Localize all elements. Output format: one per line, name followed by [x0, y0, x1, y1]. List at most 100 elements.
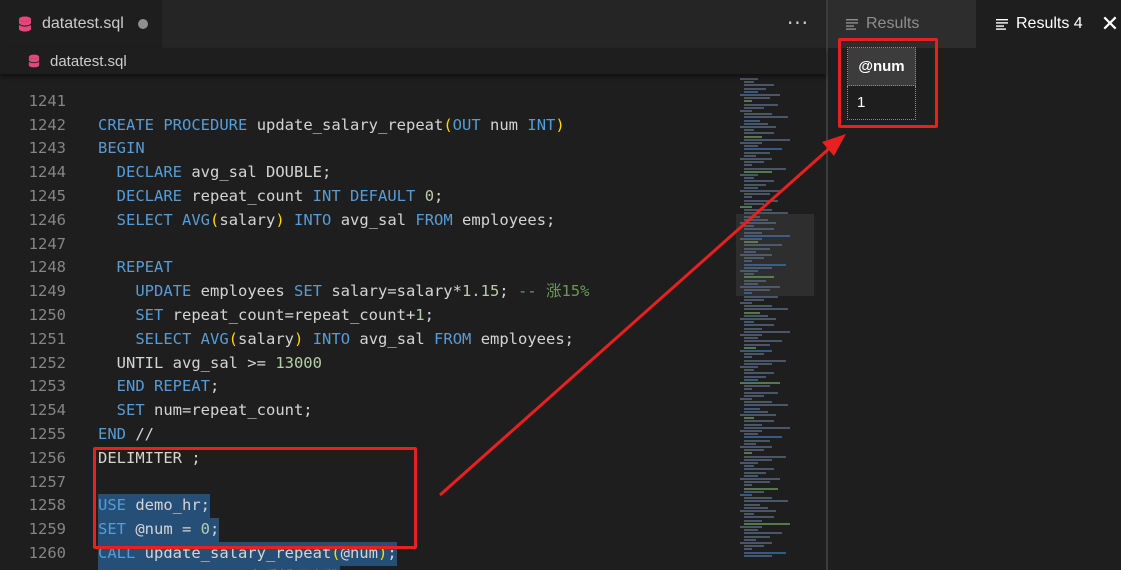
- code-line[interactable]: 1256: [0, 423, 730, 467]
- minimap-line: [744, 554, 772, 557]
- code-line[interactable]: 1245 SELECT AVG(salary) INTO avg_sal FRO…: [0, 161, 730, 229]
- minimap-line: [740, 350, 772, 352]
- code-line[interactable]: 1253 SET num=repeat_count;: [0, 352, 730, 419]
- minimap-line: [744, 394, 764, 397]
- minimap-line: [740, 510, 776, 512]
- minimap-line: [740, 462, 758, 464]
- minimap-line: [740, 270, 758, 272]
- minimap-line: [740, 126, 776, 128]
- minimap-line: [744, 276, 774, 279]
- result-highlight-box: [838, 38, 938, 128]
- code-line[interactable]: 1254 END //: [0, 375, 730, 443]
- code-line[interactable]: 1247 REPEAT: [0, 209, 730, 277]
- minimap-line: [744, 119, 760, 122]
- minimap-line: [740, 78, 758, 80]
- minimap-line: [744, 343, 770, 346]
- minimap[interactable]: [736, 74, 814, 570]
- minimap-line: [740, 398, 752, 400]
- minimap-line: [744, 529, 758, 532]
- minimap-line: [744, 436, 782, 439]
- minimap-line: [740, 478, 780, 480]
- minimap-line: [744, 337, 758, 340]
- minimap-line: [744, 196, 752, 199]
- minimap-line: [744, 516, 774, 519]
- editor-tab-label: datatest.sql: [42, 15, 124, 32]
- minimap-line: [744, 193, 770, 196]
- code-line[interactable]: 1250 SELECT AVG(salary) INTO avg_sal FRO…: [0, 280, 730, 348]
- minimap-line: [744, 314, 768, 317]
- minimap-line: [744, 282, 758, 285]
- minimap-line: [740, 334, 762, 336]
- minimap-line: [744, 145, 758, 148]
- minimap-line: [744, 106, 764, 109]
- minimap-line: [744, 177, 754, 180]
- minimap-line: [744, 401, 772, 404]
- tab-results-label: Results: [866, 15, 920, 32]
- code-line[interactable]: 1242 BEGIN: [0, 90, 730, 158]
- minimap-line: [744, 346, 756, 349]
- minimap-line: [744, 161, 764, 164]
- minimap-line: [744, 353, 764, 356]
- minimap-line: [744, 532, 782, 535]
- minimap-line: [744, 513, 754, 516]
- minimap-line: [744, 497, 772, 500]
- minimap-line: [744, 199, 778, 202]
- minimap-line: [744, 295, 778, 298]
- vertical-scrollbar[interactable]: [814, 74, 826, 570]
- code-line[interactable]: 1243 DECLARE avg_sal DOUBLE;: [0, 114, 730, 181]
- minimap-line: [744, 388, 752, 391]
- code-line[interactable]: 1251 UNTIL avg_sal >= 13000: [0, 304, 730, 372]
- unsaved-dot-icon[interactable]: [137, 19, 148, 29]
- minimap-line: [744, 484, 752, 487]
- more-actions-button[interactable]: ···: [784, 8, 812, 40]
- minimap-line: [744, 356, 752, 359]
- selected-code-text: SELECT @num; -- 查看循环次数: [98, 565, 341, 570]
- code-line[interactable]: 1246: [0, 185, 730, 229]
- minimap-line: [744, 423, 762, 426]
- code-line[interactable]: 1249 SET repeat_count=repeat_count+1;: [0, 256, 730, 324]
- minimap-line: [744, 148, 782, 151]
- tab-results-4[interactable]: Results 4 ✕: [976, 0, 1121, 48]
- code-line[interactable]: 1244 DECLARE repeat_count INT DEFAULT 0;: [0, 137, 730, 205]
- minimap-line: [744, 266, 772, 269]
- breadcrumb-filename[interactable]: datatest.sql: [50, 53, 127, 70]
- code-line[interactable]: 1255 DELIMITER ;: [0, 399, 730, 467]
- minimap-line: [744, 385, 770, 388]
- minimap-line: [740, 94, 780, 96]
- minimap-line: [744, 129, 754, 132]
- minimap-line: [740, 222, 776, 224]
- minimap-line: [744, 234, 790, 237]
- editor-tab-datatest[interactable]: datatest.sql: [0, 0, 162, 48]
- minimap-line: [744, 273, 754, 276]
- minimap-line: [744, 292, 752, 295]
- minimap-line: [744, 391, 778, 394]
- minimap-line: [744, 426, 790, 429]
- minimap-line: [740, 238, 762, 240]
- minimap-line: [744, 321, 754, 324]
- minimap-line: [744, 442, 756, 445]
- minimap-line: [744, 113, 772, 116]
- minimap-line: [744, 103, 778, 106]
- minimap-line: [740, 142, 762, 144]
- minimap-line: [744, 154, 756, 157]
- minimap-line: [744, 439, 770, 442]
- minimap-line: [740, 302, 752, 304]
- minimap-line: [744, 548, 752, 551]
- minimap-line: [744, 231, 762, 234]
- minimap-line: [744, 81, 754, 84]
- minimap-line: [744, 164, 752, 167]
- minimap-line: [744, 97, 770, 100]
- minimap-line: [744, 241, 758, 244]
- minimap-line: [744, 250, 756, 253]
- minimap-line: [744, 369, 754, 372]
- minimap-line: [744, 449, 764, 452]
- minimap-line: [744, 503, 760, 506]
- code-line[interactable]: 1252 END REPEAT;: [0, 328, 730, 396]
- minimap-line: [744, 538, 756, 541]
- code-line[interactable]: 1248 UPDATE employees SET salary=salary*…: [0, 233, 730, 300]
- minimap-line: [744, 202, 764, 205]
- minimap-line: [744, 455, 786, 458]
- close-icon[interactable]: ✕: [1099, 13, 1121, 35]
- minimap-line: [744, 212, 788, 215]
- minimap-line: [744, 311, 760, 314]
